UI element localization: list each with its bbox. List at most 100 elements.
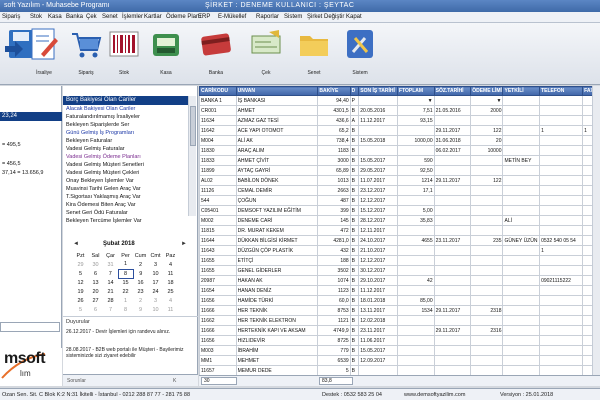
calendar-day[interactable]: 29 [73,260,88,269]
menu-item[interactable]: Sistem [284,14,302,20]
menu-item[interactable]: ERP [198,14,210,20]
reminder-item[interactable]: Bekleyen Tercüme İşlemler Var [66,218,142,224]
calendar-day[interactable]: 27 [88,296,103,305]
toolbar-button[interactable]: Senet [294,26,334,80]
calendar-day[interactable]: 9 [133,269,148,278]
calendar-day[interactable]: 16 [133,278,148,287]
calendar-day[interactable]: 28 [103,296,118,305]
column-header[interactable]: TELEFON [539,86,584,96]
calendar-day[interactable]: 3 [148,260,163,269]
table-scrollbar[interactable] [592,86,600,376]
menu-item[interactable]: Sipariş [2,14,20,20]
calendar-day[interactable]: 31 [103,260,118,269]
calendar-day[interactable]: 7 [103,305,118,314]
reminder-item[interactable]: Faturalandırılmamış İrsaliyeler [66,114,140,120]
column-header[interactable]: FTOPLAM [397,86,435,96]
column-header[interactable]: ÖDEME LİMİTİ [470,86,504,96]
toolbar-button[interactable]: Çek [246,26,286,80]
column-header[interactable]: BAKİYE [317,86,351,96]
toolbar-button[interactable]: Stok [104,26,144,80]
menu-item[interactable]: Raporlar [256,14,279,20]
calendar-day[interactable]: 30 [88,260,103,269]
website-link[interactable]: www.demsoftyazilim.com [404,392,465,398]
reminder-item[interactable]: Onay Bekleyen İşlemler Var [66,178,134,184]
column-header[interactable]: UNVAN [235,86,319,96]
calendar-day[interactable]: 6 [88,269,103,278]
scroll-thumb[interactable] [190,106,196,146]
reminder-item[interactable]: Vadesi Gelmiş Müşteri Çekleri [66,170,139,176]
calendar-day[interactable]: 3 [148,296,163,305]
calendar-day[interactable]: 11 [163,305,178,314]
calendar-day[interactable]: 7 [103,269,118,278]
table-row[interactable]: 11654 HANAN DENİZ 1123 B 11.12.2017 [199,285,600,296]
calendar-day[interactable]: 5 [73,305,88,314]
table-row[interactable]: 11833 AHMET ÇİVİT 3000 B 15.05.2017 590 METİN … [199,155,600,166]
menu-item[interactable]: İşlemler [122,14,143,20]
calendar-day[interactable]: 9 [133,305,148,314]
quick-search-input[interactable] [0,322,60,332]
reminder-item[interactable]: Vadesi Gelmiş Ödeme Planları [66,154,141,160]
calendar-day[interactable]: 12 [73,278,88,287]
table-row[interactable]: MM1 MEHMET 6539 B 12.09.2017 [199,355,600,366]
table-row[interactable]: 544 ÇOĞUN 487 B 12.12.2017 [199,195,600,206]
calendar-day[interactable]: 8 [118,305,133,314]
menu-item[interactable]: Ödeme Planı [166,14,201,20]
reminder-item[interactable]: Günü Gelmiş İş Programları [66,130,134,136]
reminder-header[interactable]: Borç Bakiyesi Olan Cariler [63,96,188,105]
calendar-day[interactable]: 15 [118,278,133,287]
table-row[interactable]: 11666 HER TEKNİK 8753 B 13.11.2017 1534 29.11.… [199,305,600,316]
calendar-day[interactable]: 22 [118,287,133,296]
reminder-item[interactable]: Vadesi Gelmiş Faturalar [66,146,125,152]
calendar-day[interactable]: 10 [148,305,163,314]
reminder-item[interactable]: T.Sigortası Yaklaşmış Araç Var [66,194,141,200]
table-row[interactable]: 11655 ETİTÇİ 188 B 12.12.2017 [199,255,600,266]
reminder-item[interactable]: Vadesi Gelmiş Müşteri Senetleri [66,162,144,168]
calendar-day[interactable]: 4 [163,260,178,269]
calendar-day[interactable]: 13 [88,278,103,287]
table-row[interactable]: 11657 MEMUR DEDE 5 B [199,365,600,376]
calendar-day[interactable]: 19 [73,287,88,296]
calendar-day[interactable]: 26 [73,296,88,305]
toolbar-button[interactable]: Sipariş [66,26,106,80]
column-header[interactable]: CARİKODU [199,86,237,96]
reminder-item[interactable]: Muavinsi Tarihi Gelen Araç Var [66,186,141,192]
table-row[interactable]: CR001 AHMET 4301,5 B 20.05.2016 7,51 21.05.201… [199,105,600,116]
calendar-day[interactable]: 4 [163,296,178,305]
table-row[interactable]: 11815 DR. MURAT KEKEM 472 B 12.11.2017 [199,225,600,236]
calendar-day[interactable]: 21 [103,287,118,296]
table-row[interactable]: 11662 HER TEKNİK ELEKTRON 1121 B 12.02.2018 [199,315,600,326]
calendar-day[interactable]: 20 [88,287,103,296]
table-row[interactable]: M002 DENEME CARİ 145 B 28.12.2017 35,83 ALİ [199,215,600,226]
calendar-day[interactable]: 6 [88,305,103,314]
reminder-item[interactable]: Kira Ödemesi Biten Araç Var [66,202,136,208]
calendar-day[interactable]: 18 [163,278,178,287]
reminder-item[interactable]: Alacak Bakiyesi Olan Cariler [66,106,135,112]
calendar-day[interactable]: 2 [133,296,148,305]
toolbar-button[interactable]: Kasa [146,26,186,80]
column-header[interactable]: SÖZ.TARİHİ [433,86,472,96]
calendar-day[interactable]: 14 [103,278,118,287]
column-header[interactable]: D [349,86,360,96]
table-row[interactable]: C05401 DEMSOFT YAZILIM EĞİTİM 399 B 15.12.20… [199,205,600,216]
column-header[interactable]: SON İŞ TARİHİ [358,86,399,96]
menu-item[interactable]: Senet [102,14,118,20]
table-row[interactable]: 11655 GENEL GİDERLER 3502 B 30.12.2017 [199,265,600,276]
calendar-next-icon[interactable]: ► [181,241,187,247]
menu-item[interactable]: Kasa [48,14,62,20]
table-row[interactable]: 11643 DÜZGÜN ÇÖP PLASTİK 432 B 21.10.2017 1 [199,245,600,256]
table-row[interactable]: AL02 BABİLON DÖNEK 1013 B 11.07.2017 1214 29.1… [199,175,600,186]
table-row[interactable]: 11642 ACE YAPI OTOMOT 65,2 B 29.11.2017 122 1 1 [199,125,600,136]
toolbar-button[interactable]: Sistem [340,26,380,80]
calendar-day[interactable]: 5 [73,269,88,278]
table-row[interactable]: M003 İBRAHİM 779 B 15.05.2017 [199,345,600,356]
calendar-day[interactable]: 17 [148,278,163,287]
reminder-item[interactable]: Bekleyen Siparişlerde Ser [66,122,129,128]
reminder-item[interactable]: Senet Geri Ödü Faturalar [66,210,128,216]
menu-item[interactable]: Şirket Değiştir [307,14,344,20]
calendar-day[interactable]: 25 [163,287,178,296]
summary-highlight[interactable]: 23,24 [0,112,62,121]
table-row[interactable]: 11666 HERTEKNİK KAPI VE AKSAM 4749,9 B 23.11… [199,325,600,336]
calendar-day[interactable]: 11 [163,269,178,278]
table-row[interactable]: M004 ALİ AK 738,4 B 15.05.2018 1000,00 31.06.2… [199,135,600,146]
calendar-day[interactable]: 1 [118,260,133,269]
